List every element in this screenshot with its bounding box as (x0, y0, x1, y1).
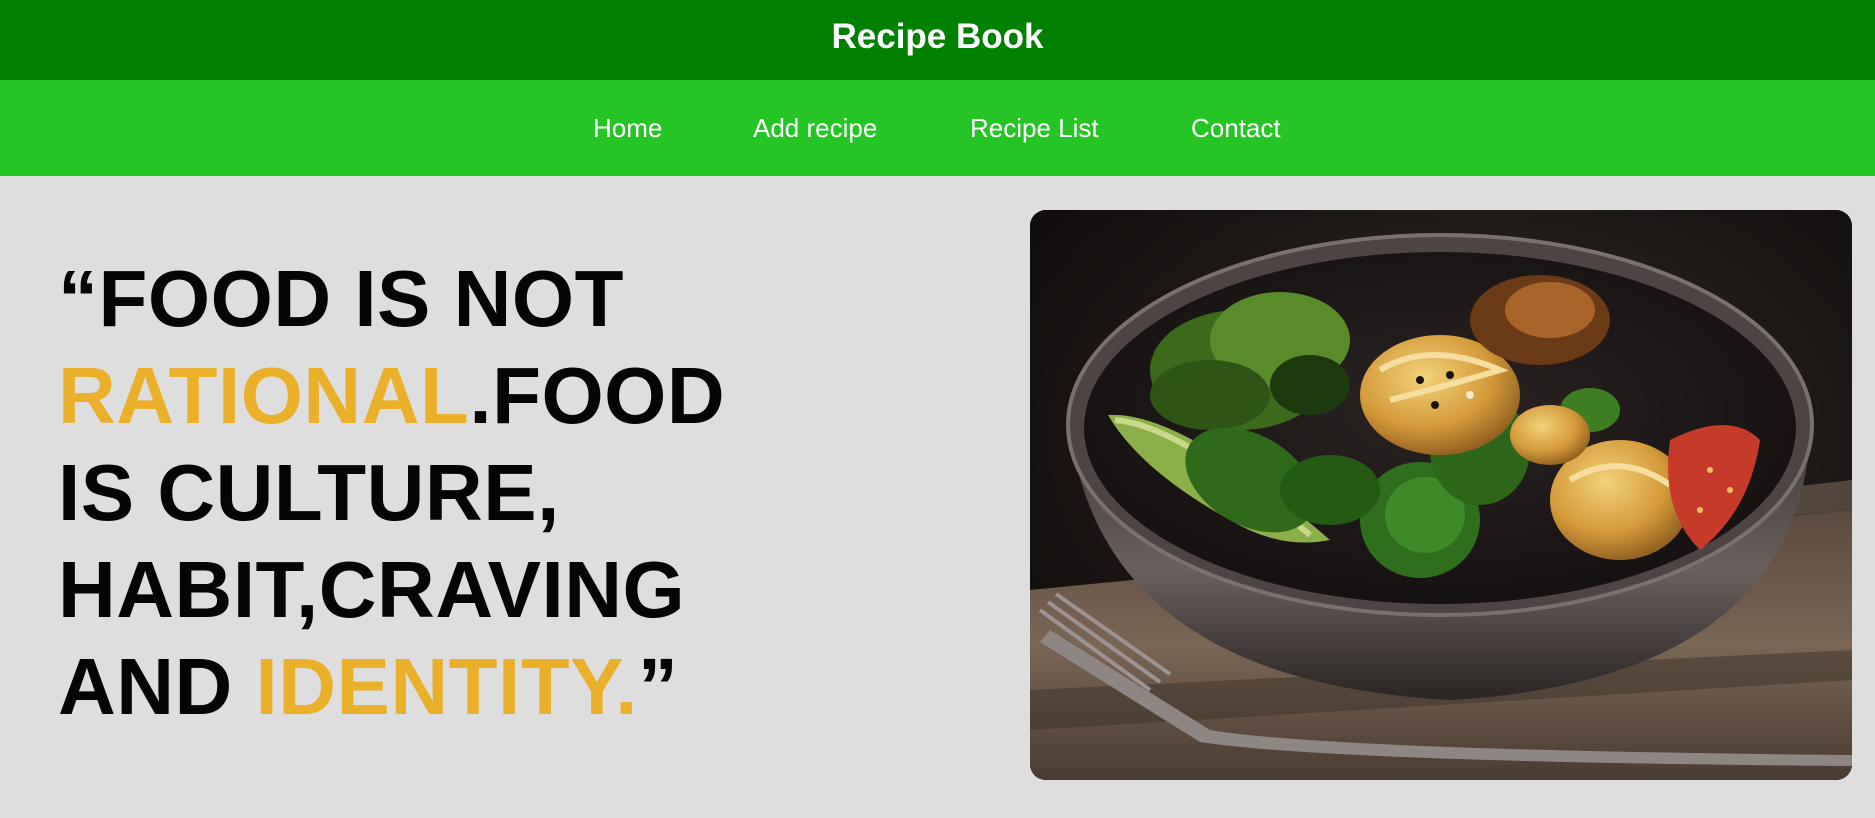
quote-accent-identity: IDENTITY. (255, 642, 638, 731)
nav-item-recipe-list[interactable]: Recipe List (970, 80, 1099, 176)
quote-line-3: IS CULTURE, (58, 448, 560, 537)
hero-quote: “FOOD IS NOT RATIONAL.FOOD IS CULTURE, H… (58, 250, 818, 735)
quote-line-2-rest: .FOOD (469, 351, 726, 440)
nav-item-add-recipe[interactable]: Add recipe (753, 80, 877, 176)
site-title: Recipe Book (831, 17, 1044, 56)
hero-food-image (1030, 210, 1852, 780)
nav-item-home[interactable]: Home (593, 80, 662, 176)
salad-bowl-illustration (1030, 210, 1852, 780)
quote-line-5-end: ” (637, 642, 679, 731)
site-header: Recipe Book (0, 0, 1875, 80)
nav-item-contact[interactable]: Contact (1191, 80, 1281, 176)
quote-accent-rational: RATIONAL (58, 351, 470, 440)
quote-line-2: RATIONAL.FOOD (58, 347, 818, 444)
quote-line-1: “FOOD IS NOT (58, 254, 624, 343)
main-nav: Home Add recipe Recipe List Contact (0, 80, 1875, 176)
quote-line-4: HABIT,CRAVING (58, 545, 686, 634)
quote-line-5-start: AND (58, 642, 256, 731)
quote-line-5: AND IDENTITY.” (58, 638, 818, 735)
